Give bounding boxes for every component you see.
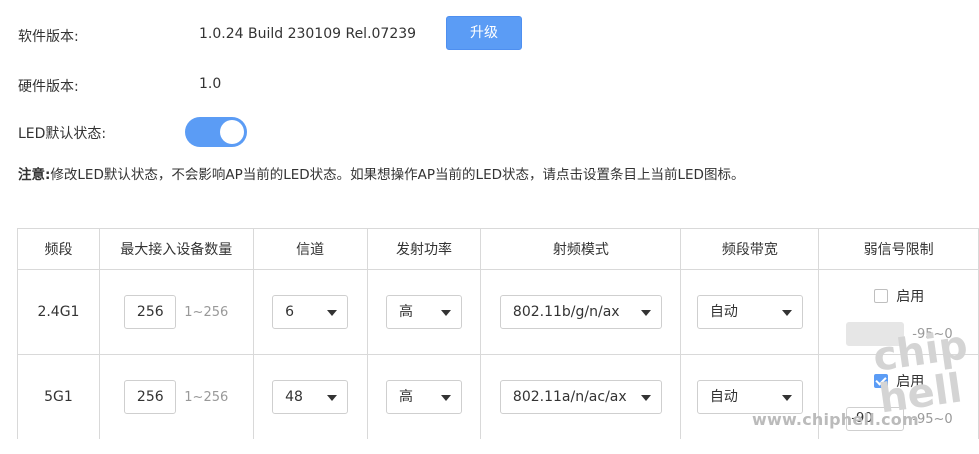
table-header-row: 频段 最大接入设备数量 信道 发射功率 射频模式 频段带宽 弱信号限制 (17, 228, 979, 270)
channel-value: 6 (285, 304, 295, 320)
radio-settings-table: 频段 最大接入设备数量 信道 发射功率 射频模式 频段带宽 弱信号限制 2.4G… (17, 228, 979, 439)
max-clients-range: 1~256 (184, 389, 229, 405)
chevron-down-icon (640, 310, 651, 316)
header-bandwidth: 频段带宽 (680, 228, 820, 270)
tx-power-value: 高 (399, 389, 414, 405)
software-version-label: 软件版本: (18, 29, 79, 45)
bandwidth-select[interactable]: 自动 (696, 295, 803, 329)
max-clients-input[interactable]: 256 (124, 380, 177, 414)
max-clients-range: 1~256 (184, 304, 229, 320)
channel-select[interactable]: 48 (272, 380, 349, 414)
chevron-down-icon (327, 395, 338, 401)
header-band: 频段 (17, 228, 100, 270)
chevron-down-icon (327, 310, 338, 316)
bandwidth-value: 自动 (709, 389, 738, 405)
band-cell: 5G1 (17, 354, 100, 439)
radio-mode-value: 802.11b/g/n/ax (512, 304, 620, 320)
radio-mode-select[interactable]: 802.11a/n/ac/ax (499, 380, 662, 414)
weak-signal-enable-label: 启用 (896, 289, 925, 305)
max-clients-cell: 256 1~256 (98, 354, 254, 439)
power-cell: 高 (366, 269, 482, 355)
hardware-version-value: 1.0 (199, 76, 222, 92)
max-clients-cell: 256 1~256 (98, 269, 254, 355)
led-default-label: LED默认状态: (18, 126, 107, 142)
tx-power-select[interactable]: 高 (386, 295, 463, 329)
tx-power-select[interactable]: 高 (386, 380, 463, 414)
header-max-clients: 最大接入设备数量 (98, 228, 254, 270)
channel-value: 48 (285, 389, 303, 405)
power-cell: 高 (366, 354, 482, 439)
led-default-toggle[interactable] (185, 117, 247, 147)
weak-signal-enable: 启用 (874, 286, 924, 306)
chiphell-watermark-url: www.chiphell.com (752, 410, 919, 429)
channel-select[interactable]: 6 (272, 295, 349, 329)
hardware-version-label: 硬件版本: (18, 79, 79, 95)
upgrade-button[interactable]: 升级 (446, 16, 522, 50)
mode-cell: 802.11b/g/n/ax (480, 269, 682, 355)
chevron-down-icon (640, 395, 651, 401)
radio-mode-select[interactable]: 802.11b/g/n/ax (499, 295, 662, 329)
chevron-down-icon (441, 395, 452, 401)
weak-signal-checkbox[interactable] (874, 289, 889, 303)
table-row: 2.4G1 256 1~256 6 高 802.11b/g/n/ax 自动 启用 … (17, 269, 979, 355)
chevron-down-icon (781, 395, 792, 401)
notice-prefix: 注意: (18, 167, 51, 183)
toggle-knob (220, 120, 244, 144)
bandwidth-cell: 自动 (680, 269, 820, 355)
notice-body: 修改LED默认状态，不会影响AP当前的LED状态。如果想操作AP当前的LED状态… (50, 167, 745, 183)
tx-power-value: 高 (399, 304, 414, 320)
notice-text: 注意:修改LED默认状态，不会影响AP当前的LED状态。如果想操作AP当前的LE… (18, 163, 744, 183)
channel-cell: 48 (252, 354, 368, 439)
chevron-down-icon (781, 310, 792, 316)
radio-mode-value: 802.11a/n/ac/ax (512, 389, 627, 405)
band-cell: 2.4G1 (17, 269, 100, 355)
header-channel: 信道 (252, 228, 368, 270)
header-tx-power: 发射功率 (366, 228, 482, 270)
software-version-value: 1.0.24 Build 230109 Rel.07239 (199, 26, 417, 42)
max-clients-input[interactable]: 256 (124, 295, 177, 329)
header-radio-mode: 射频模式 (480, 228, 682, 270)
mode-cell: 802.11a/n/ac/ax (480, 354, 682, 439)
channel-cell: 6 (252, 269, 368, 355)
bandwidth-value: 自动 (709, 304, 738, 320)
chevron-down-icon (441, 310, 452, 316)
bandwidth-select[interactable]: 自动 (696, 380, 803, 414)
chiphell-watermark-logo: chiphell (870, 322, 971, 423)
header-weak-signal: 弱信号限制 (818, 228, 979, 270)
